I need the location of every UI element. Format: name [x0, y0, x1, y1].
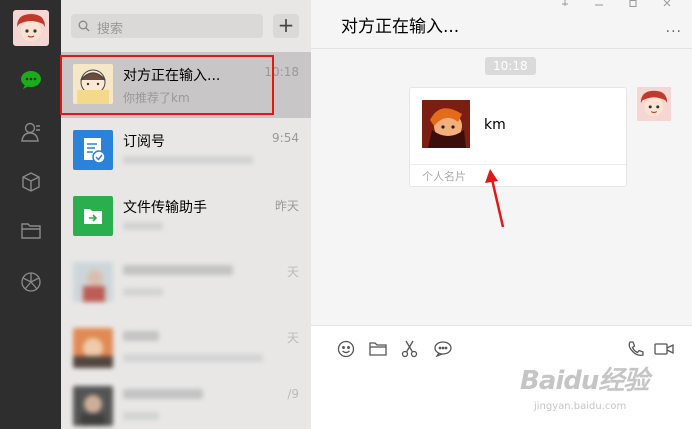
- screenshot-scissors-icon[interactable]: [399, 338, 421, 360]
- window-controls: [548, 0, 684, 10]
- add-button[interactable]: +: [273, 14, 299, 38]
- folder-icon[interactable]: [19, 219, 43, 243]
- watermark-brand: Baidu经验: [520, 366, 649, 396]
- moments-icon[interactable]: [19, 270, 43, 294]
- chat-name: [123, 389, 203, 399]
- chat-item-blurred[interactable]: /9: [61, 374, 311, 429]
- card-type-label: 个人名片: [422, 170, 466, 183]
- side-nav-rail: [0, 0, 61, 429]
- chat-time: 天: [286, 331, 299, 345]
- chat-preview: 你推荐了km: [123, 91, 190, 105]
- subscription-icon: [73, 130, 113, 170]
- video-call-icon[interactable]: [653, 338, 675, 360]
- card-divider: [410, 164, 626, 165]
- baidu-watermark: Baidu经验 jingyan.baidu.com: [520, 360, 649, 412]
- avatar: [73, 328, 113, 368]
- folder-icon[interactable]: [367, 338, 389, 360]
- card-contact-name: km: [484, 117, 506, 133]
- maximize-icon[interactable]: [616, 0, 650, 10]
- avatar: [73, 64, 113, 104]
- chat-header: 对方正在输入... ···: [311, 0, 692, 49]
- chat-time: /9: [287, 387, 299, 401]
- search-placeholder: 搜索: [97, 22, 124, 37]
- close-icon[interactable]: [650, 0, 684, 10]
- voice-call-icon[interactable]: [625, 338, 647, 360]
- chat-item-file-transfer[interactable]: 文件传输助手 昨天: [61, 184, 311, 250]
- avatar: [73, 386, 113, 426]
- chat-time: 10:18: [264, 65, 299, 79]
- chat-preview: [123, 156, 253, 164]
- watermark-url: jingyan.baidu.com: [534, 401, 627, 412]
- card-avatar: [422, 100, 470, 148]
- chat-preview: [123, 412, 159, 420]
- chat-preview: [123, 288, 163, 296]
- conversation-list: 搜索 + 对方正在输入... 你推荐了km 10:18 订阅号 9:54 文件传…: [61, 0, 311, 429]
- avatar: [73, 262, 113, 302]
- chat-bubble-icon[interactable]: [432, 338, 454, 360]
- annotation-arrow-icon: [485, 169, 505, 228]
- chat-name: 文件传输助手: [123, 200, 207, 216]
- chat-name: 对方正在输入...: [123, 68, 221, 84]
- chat-item-subscriptions[interactable]: 订阅号 9:54: [61, 118, 311, 184]
- chat-time: 9:54: [272, 131, 299, 145]
- chat-item-blurred[interactable]: 天: [61, 316, 311, 382]
- cube-icon[interactable]: [19, 170, 43, 194]
- contacts-icon[interactable]: [19, 120, 43, 144]
- chat-preview: [123, 222, 163, 230]
- message-timestamp: 10:18: [485, 57, 536, 75]
- chat-item-typing[interactable]: 对方正在输入... 你推荐了km 10:18: [61, 52, 311, 118]
- chat-name: [123, 331, 159, 341]
- chat-name: [123, 265, 233, 275]
- chat-title: 对方正在输入...: [341, 17, 460, 37]
- pin-icon[interactable]: [548, 0, 582, 10]
- search-icon: [78, 20, 90, 32]
- chat-item-blurred[interactable]: 天: [61, 250, 311, 316]
- emoji-icon[interactable]: [335, 338, 357, 360]
- chat-icon[interactable]: [19, 68, 43, 92]
- contact-card-message[interactable]: km 个人名片: [409, 87, 627, 187]
- minimize-icon[interactable]: [582, 0, 616, 10]
- chat-name: 订阅号: [123, 134, 165, 150]
- my-avatar[interactable]: [13, 10, 49, 46]
- file-transfer-icon: [73, 196, 113, 236]
- chat-time: 天: [286, 265, 299, 279]
- search-input[interactable]: 搜索: [71, 14, 263, 38]
- chat-time: 昨天: [274, 199, 299, 213]
- more-icon[interactable]: ···: [666, 24, 682, 40]
- self-avatar[interactable]: [637, 87, 671, 121]
- chat-preview: [123, 354, 263, 362]
